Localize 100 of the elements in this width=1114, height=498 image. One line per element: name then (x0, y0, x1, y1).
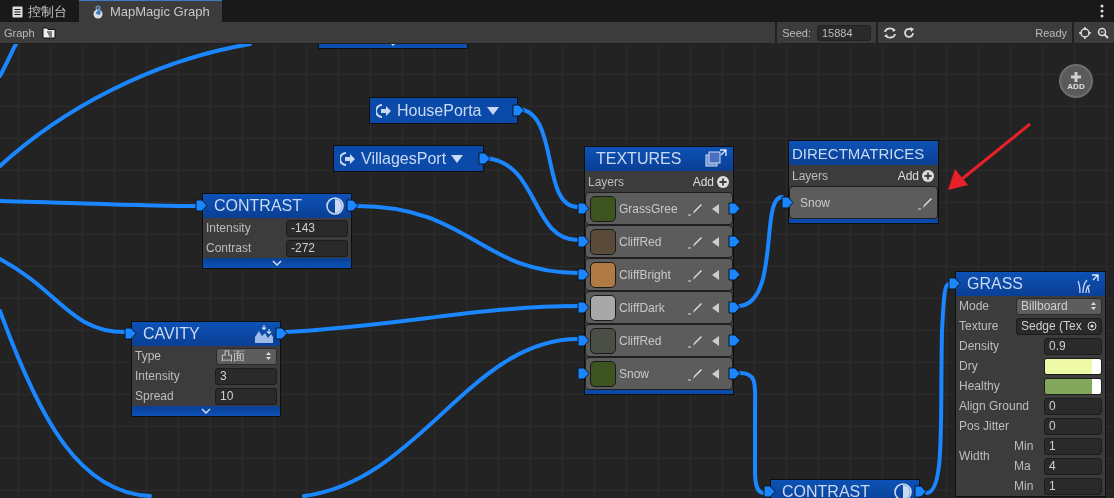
number-field[interactable]: 0 (1044, 417, 1102, 435)
object-field[interactable]: Sedge (Tex (1016, 317, 1102, 335)
field-label: Texture (959, 319, 1000, 333)
layer-row[interactable]: CliffRed (585, 225, 733, 258)
tab[interactable]: 控制台 (0, 0, 79, 22)
node-header[interactable]: CAVITY (132, 322, 280, 346)
portal-icon (376, 102, 392, 119)
field-label: Width (959, 449, 991, 463)
plus-icon (716, 174, 730, 189)
triangle-left-icon[interactable] (710, 235, 722, 248)
field-label: Min (1014, 479, 1035, 493)
input-port[interactable] (781, 196, 794, 209)
portal-node[interactable]: VillagesPort (333, 145, 484, 172)
triangle-left-icon[interactable] (710, 268, 722, 281)
add-layer-button[interactable]: Add (692, 174, 730, 189)
number-field[interactable]: -143 (286, 219, 348, 237)
node-footer[interactable] (132, 406, 280, 416)
layer-row[interactable]: CliffRed (585, 324, 733, 357)
node-footer[interactable] (203, 258, 351, 268)
output-port[interactable] (728, 367, 741, 380)
output-port[interactable] (728, 301, 741, 314)
pencil-icon[interactable] (687, 300, 703, 315)
output-port[interactable] (275, 327, 288, 340)
dropdown[interactable]: 凸面 (216, 347, 277, 365)
field-label: Density (959, 339, 1000, 353)
toolbar-title: Graph (3, 26, 35, 39)
input-port[interactable] (948, 277, 961, 290)
number-field[interactable]: 0.9 (1044, 337, 1102, 355)
node-header[interactable]: GRASS (956, 272, 1105, 296)
triangle-left-icon[interactable] (710, 202, 722, 215)
color-field[interactable] (1044, 357, 1102, 375)
input-port[interactable] (577, 202, 590, 215)
output-port[interactable] (728, 202, 741, 215)
triangle-left-icon[interactable] (710, 334, 722, 347)
dropdown-caret-icon[interactable] (451, 154, 464, 163)
input-port[interactable] (577, 334, 590, 347)
output-port[interactable] (478, 152, 491, 165)
plus-icon (1070, 71, 1082, 83)
number-field[interactable]: 4 (1044, 457, 1102, 475)
dropdown-caret-icon[interactable] (486, 106, 499, 115)
input-port[interactable] (577, 367, 590, 380)
portal-icon (340, 150, 356, 167)
field-label: Mode (959, 299, 991, 313)
node-header[interactable]: CONTRAST (771, 480, 919, 498)
input-port[interactable] (577, 301, 590, 314)
node-header[interactable]: TEXTURES (585, 147, 733, 171)
seed-field[interactable]: 15884 (817, 24, 871, 41)
node-header[interactable]: DIRECTMATRICES (789, 141, 938, 165)
zoom-out-icon[interactable] (1097, 26, 1109, 39)
output-port[interactable] (728, 235, 741, 248)
pencil-icon[interactable] (687, 201, 703, 216)
number-field[interactable]: 1 (1044, 477, 1102, 495)
number-field[interactable]: 10 (215, 387, 277, 405)
input-port[interactable] (195, 199, 208, 212)
sync-icon[interactable] (883, 26, 897, 39)
document-icon (12, 5, 23, 18)
output-port[interactable] (914, 485, 927, 498)
layer-row[interactable]: Snow (585, 357, 733, 390)
folder-icon[interactable] (41, 26, 56, 39)
layer-row[interactable]: Snow (789, 186, 938, 219)
node-title: VillagesPort (361, 149, 447, 168)
crosshair-icon[interactable] (1079, 26, 1091, 39)
number-field[interactable]: 0 (1044, 397, 1102, 415)
add-node-button[interactable]: ADD (1059, 64, 1093, 98)
triangle-left-icon[interactable] (710, 367, 722, 380)
output-port[interactable] (728, 334, 741, 347)
number-field[interactable]: -272 (286, 239, 348, 257)
input-port[interactable] (577, 235, 590, 248)
portal-node[interactable]: HousePorta (369, 97, 518, 124)
output-port[interactable] (728, 268, 741, 281)
node-header[interactable]: CONTRAST (203, 194, 351, 218)
input-port[interactable] (763, 485, 776, 498)
input-port[interactable] (577, 268, 590, 281)
number-field[interactable]: 3 (215, 367, 277, 385)
layer-row[interactable]: CliffBright (585, 258, 733, 291)
pencil-icon[interactable] (687, 234, 703, 249)
tab[interactable]: MapMagic Graph (79, 0, 222, 22)
input-port[interactable] (124, 327, 137, 340)
layer-row[interactable]: GrassGree (585, 192, 733, 225)
field-label: Pos Jitter (959, 419, 1010, 433)
layer-name: CliffBright (619, 267, 672, 282)
section-label: Layers (588, 174, 625, 189)
color-field[interactable] (1044, 377, 1102, 395)
pencil-icon[interactable] (917, 195, 933, 210)
layer-row[interactable]: CliffDark (585, 291, 733, 324)
node-title: CONTRAST (782, 483, 871, 498)
triangle-left-icon[interactable] (710, 301, 722, 314)
output-port[interactable] (346, 199, 359, 212)
pencil-icon[interactable] (687, 333, 703, 348)
pencil-icon[interactable] (687, 267, 703, 282)
status-text: Ready (1035, 26, 1067, 39)
flame-icon (91, 4, 105, 19)
refresh-icon[interactable] (903, 26, 915, 39)
add-layer-button[interactable]: Add (897, 168, 935, 183)
half-circle-icon (325, 196, 345, 216)
pencil-icon[interactable] (687, 366, 703, 381)
output-port[interactable] (512, 104, 525, 117)
number-field[interactable]: 1 (1044, 437, 1102, 455)
dropdown[interactable]: Billboard (1016, 297, 1102, 315)
more-menu-icon[interactable] (1100, 4, 1104, 18)
